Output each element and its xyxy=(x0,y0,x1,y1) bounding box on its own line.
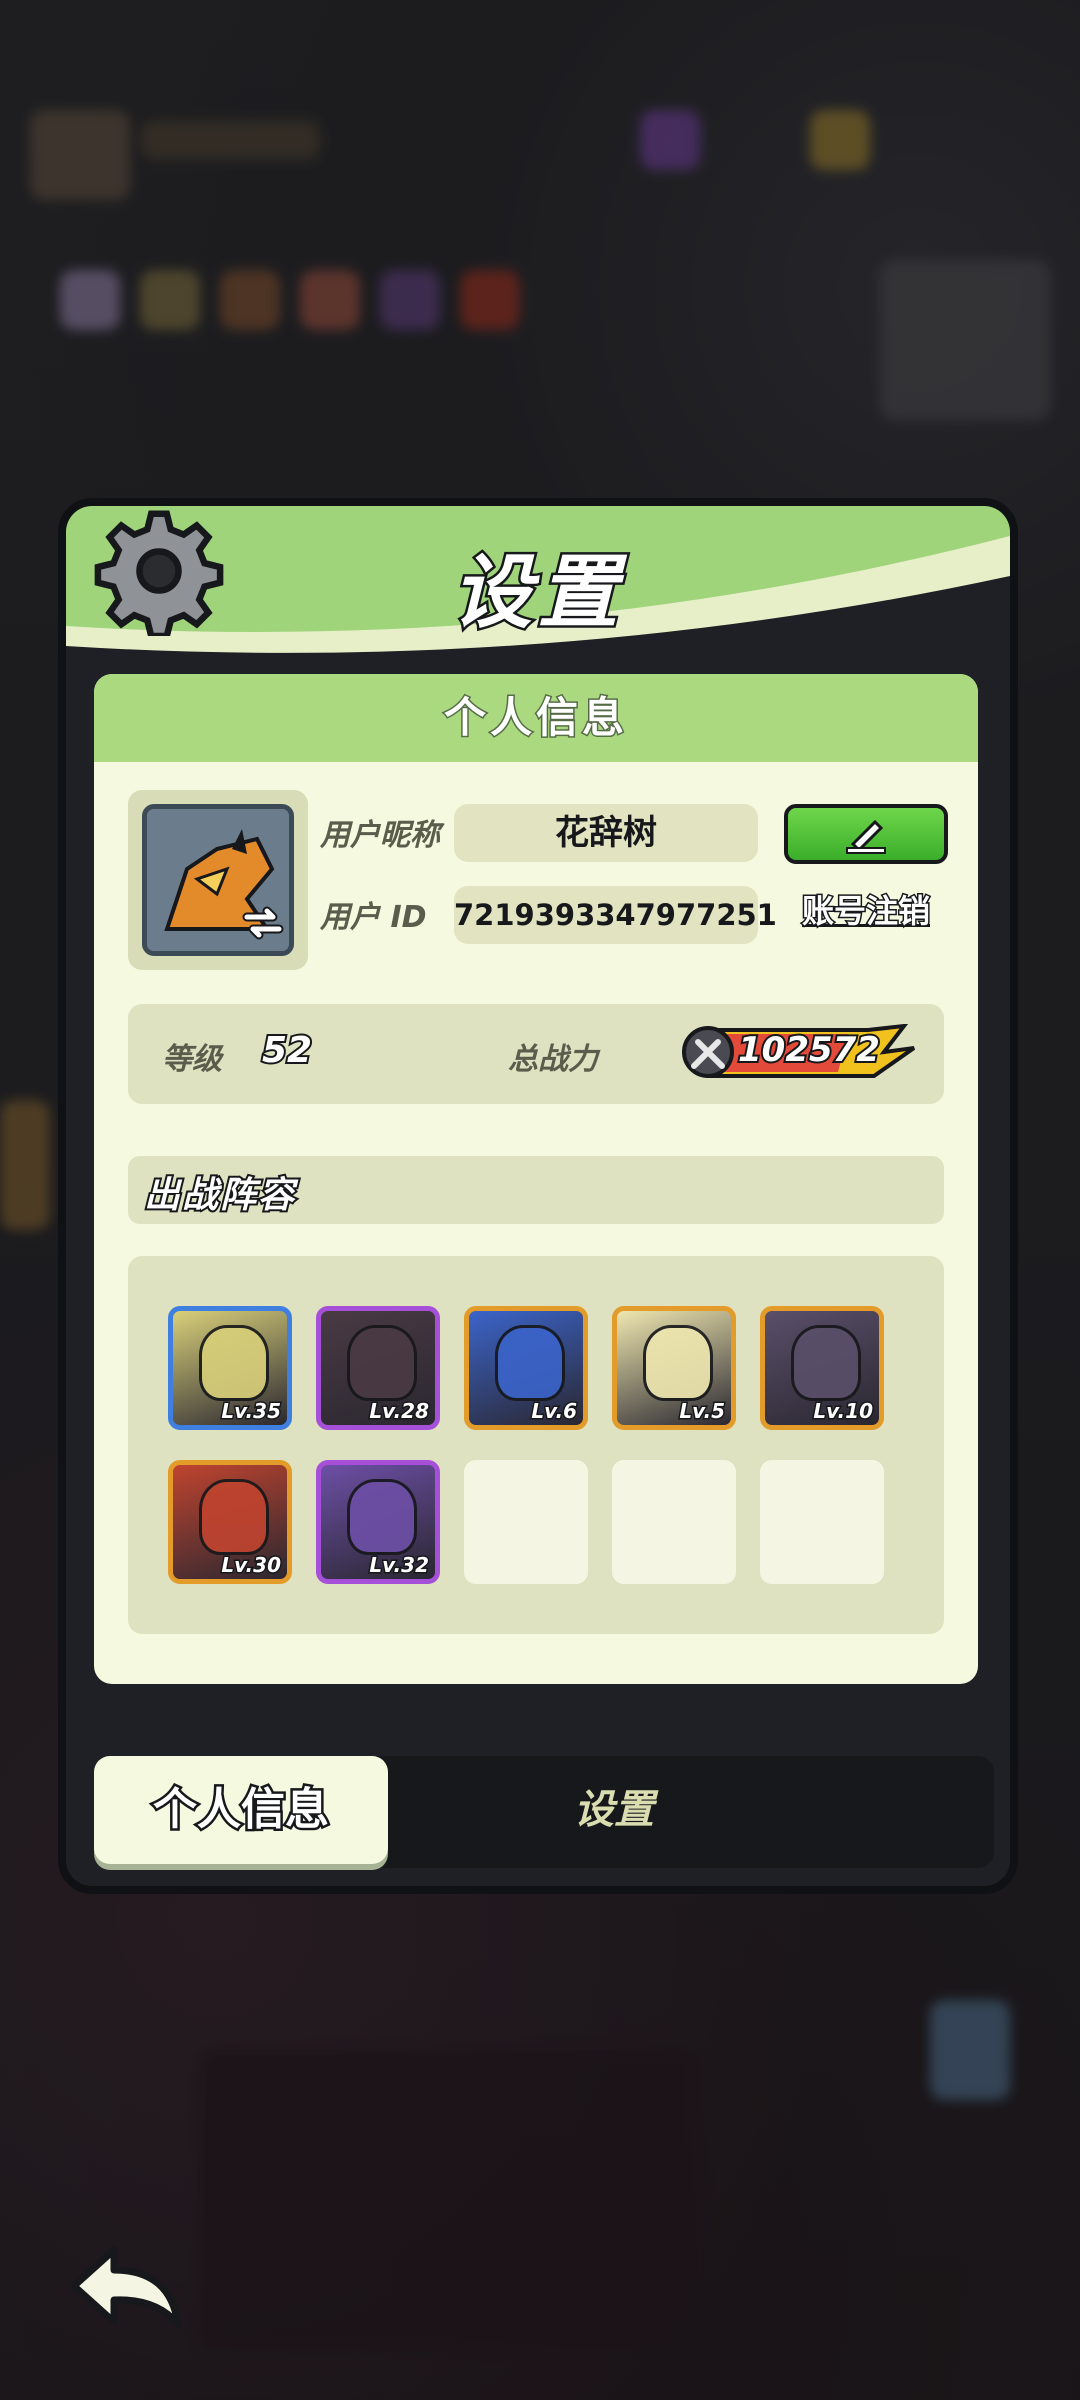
hero-portrait xyxy=(199,1325,269,1401)
hero-slot[interactable]: Lv.35 xyxy=(168,1306,292,1430)
hero-level: Lv.10 xyxy=(812,1398,875,1425)
lineup-header: 出战阵容 xyxy=(128,1156,944,1224)
edit-nickname-button[interactable] xyxy=(784,804,948,864)
profile-card: 个人信息 用户昵称 花辞树 用户 ID 7219393347977251 账号注… xyxy=(94,674,978,1684)
avatar[interactable] xyxy=(142,804,294,956)
user-id-field: 7219393347977251 xyxy=(454,886,777,944)
empty-hero-slot[interactable] xyxy=(464,1460,588,1584)
stats-bar: 等级 52 总战力 102572 xyxy=(128,1004,944,1104)
user-id-label: 用户 ID xyxy=(320,900,427,935)
hero-portrait xyxy=(199,1479,269,1555)
hero-portrait xyxy=(643,1325,713,1401)
lineup-grid: Lv.35 Lv.28 Lv.6 Lv.5 Lv.10 Lv.30 Lv.32 xyxy=(128,1256,944,1634)
hero-level: Lv.28 xyxy=(368,1398,431,1425)
profile-section-header: 个人信息 xyxy=(94,674,978,762)
pencil-icon xyxy=(846,819,886,854)
dialog-header: 设置 xyxy=(66,506,1010,656)
hero-portrait xyxy=(495,1325,565,1401)
hero-slot[interactable]: Lv.10 xyxy=(760,1306,884,1430)
hero-level: Lv.32 xyxy=(368,1552,431,1579)
sword-icon xyxy=(691,1039,725,1069)
empty-hero-slot[interactable] xyxy=(760,1460,884,1584)
lineup-title: 出战阵容 xyxy=(142,1173,297,1218)
settings-dialog: 设置 个人信息 用户昵称 花辞树 用户 ID 7219393347977251 … xyxy=(58,498,1018,1894)
nickname-label: 用户昵称 xyxy=(320,818,440,853)
hero-slot[interactable]: Lv.6 xyxy=(464,1306,588,1430)
power-value: 102572 xyxy=(736,1028,882,1072)
tab-profile[interactable]: 个人信息 xyxy=(94,1756,388,1864)
tab-settings[interactable]: 设置 xyxy=(494,1756,734,1864)
swap-icon[interactable] xyxy=(241,901,285,945)
nickname-field: 花辞树 xyxy=(454,804,758,862)
power-label: 总战力 xyxy=(508,1042,598,1077)
level-value: 52 xyxy=(260,1028,314,1073)
level-label: 等级 xyxy=(162,1042,222,1077)
hero-portrait xyxy=(347,1325,417,1401)
hero-level: Lv.35 xyxy=(220,1398,283,1425)
dialog-title: 设置 xyxy=(450,544,624,642)
hero-level: Lv.30 xyxy=(220,1552,283,1579)
power-badge: 102572 xyxy=(678,1024,918,1080)
avatar-frame[interactable] xyxy=(128,790,308,970)
hero-slot[interactable]: Lv.30 xyxy=(168,1460,292,1584)
back-arrow-icon[interactable] xyxy=(60,2240,190,2340)
hero-portrait xyxy=(347,1479,417,1555)
hero-level: Lv.5 xyxy=(678,1398,727,1425)
cancel-account-link[interactable]: 账号注销 xyxy=(784,886,948,936)
hero-slot[interactable]: Lv.5 xyxy=(612,1306,736,1430)
empty-hero-slot[interactable] xyxy=(612,1460,736,1584)
hero-slot[interactable]: Lv.32 xyxy=(316,1460,440,1584)
hero-level: Lv.6 xyxy=(530,1398,579,1425)
tab-bar: 个人信息 设置 xyxy=(94,1756,994,1868)
hero-slot[interactable]: Lv.28 xyxy=(316,1306,440,1430)
hero-portrait xyxy=(791,1325,861,1401)
